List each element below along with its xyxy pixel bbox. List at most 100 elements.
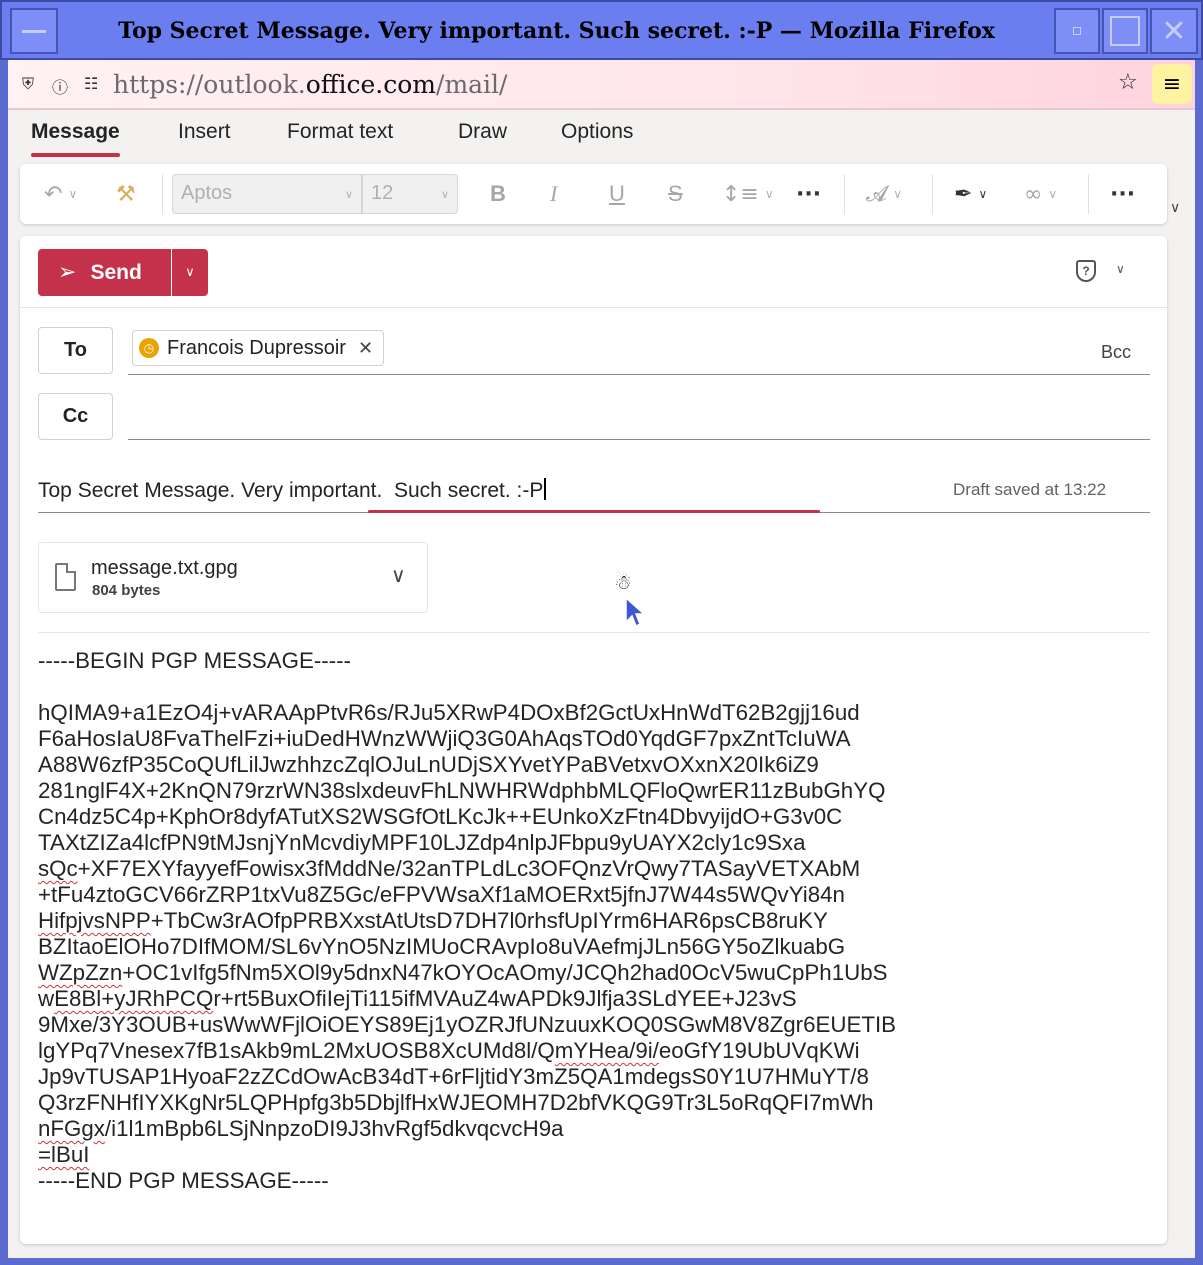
message-line: WZpZzn+OC1vIfg5fNm5XOl9y5dnxN47kOYOcAOmy… [38,960,888,985]
tab-message[interactable]: Message [31,120,120,157]
underline-button[interactable]: U [609,178,625,210]
window-title: Top Secret Message. Very important. Such… [62,8,1051,54]
attach-file-button[interactable]: ✒ ∨ [954,178,987,210]
window-titlebar: Top Secret Message. Very important. Such… [0,0,1203,60]
tab-draw[interactable]: Draw [458,120,507,144]
sensitivity-shield-icon[interactable]: ? [1076,260,1096,282]
chevron-down-icon[interactable]: ∨ [1116,262,1125,276]
chevron-down-icon: ∨ [185,265,195,280]
tab-format-text[interactable]: Format text [287,120,393,144]
close-window-button[interactable]: ✕ [1150,8,1198,54]
body-divider [38,632,1150,633]
url-address[interactable]: https://outlook.office.com/mail/ [113,70,507,99]
bookmark-star-icon[interactable]: ☆ [1118,70,1138,95]
font-size-select[interactable]: 12 ∨ [362,174,458,214]
to-button[interactable]: To [38,327,113,374]
document-icon [55,563,76,591]
line-spacing-icon: ↕≡ [722,181,759,207]
undo-button[interactable]: ↶ ∨ [44,178,77,210]
outlook-app: Message Insert Format text Draw Options … [8,110,1195,1258]
message-line: Q3rzFNHfIYXKgNr5LQPHpfg3b5DbjlfHxWJEOMH7… [38,1090,874,1115]
chevron-down-icon: ∨ [978,187,988,201]
send-row: ➢ Send ∨ ? ∨ [20,236,1167,308]
mouse-pointer-icon [625,596,646,628]
strikethrough-button[interactable]: S [668,178,683,210]
line-spacing-button[interactable]: ↕≡ ∨ [722,178,774,210]
paperclip-icon: ✒ [954,181,973,207]
window-menu-button[interactable] [10,8,58,54]
chevron-down-icon: ∨ [344,188,353,201]
attachment-card[interactable]: message.txt.gpg 804 bytes ∨ [38,542,428,613]
link-icon: ∞ [1024,181,1043,207]
tab-options[interactable]: Options [561,120,633,144]
message-line: HifpjvsNPP+TbCw3rAOfpPRBXxstAtUtsD7DH7l0… [38,908,828,933]
info-icon[interactable]: ⓘ [52,74,68,98]
attachment-name: message.txt.gpg [91,557,238,579]
url-bar: ⛨ ⓘ ☷ https://outlook.office.com/mail/ ☆… [8,60,1195,110]
expand-ribbon-icon[interactable]: ∨ [1170,200,1180,216]
toolbar-divider [1088,174,1089,214]
insert-link-button[interactable]: ∞ ∨ [1024,178,1057,210]
message-line: sQc+XF7EXYfayyefFowisx3fMddNe/32anTPLdLc… [38,856,861,881]
to-field[interactable] [128,374,1150,375]
maximize-button[interactable] [1102,8,1148,54]
message-line: wE8Bl+yJRhPCQr+rt5BuxOfiIejTi115ifMVAuZ4… [38,986,797,1011]
hamburger-menu-icon[interactable]: ≡ [1152,64,1192,104]
message-line: 9Mxe/3Y3OUB+usWwWFjlOiOEYS89Ej1yOZRJfUNz… [38,1012,897,1037]
styles-button[interactable]: 𝓐 ∨ [866,178,902,210]
message-line [38,674,1148,700]
recipient-name: Francois Dupressoir [167,336,346,359]
message-line: nFGgx/i1l1mBpb6LSjNnpzoDI9J3hvRgf5dkvqcv… [38,1116,564,1141]
send-icon: ➢ [58,260,77,285]
shield-icon[interactable]: ⛨ [22,74,34,94]
message-line: =lBuI [38,1142,90,1167]
italic-button[interactable]: I [550,178,557,210]
ribbon-tabs: Message Insert Format text Draw Options [8,110,1195,160]
message-line: lgYPq7Vnesex7fB1sAkb9mL2MxUOSB8XcUMd8l/Q… [38,1038,860,1063]
draft-status: Draft saved at 13:22 [953,480,1107,499]
recipient-chip[interactable]: ◷ Francois Dupressoir ✕ [132,330,385,366]
message-body[interactable]: -----BEGIN PGP MESSAGE----- hQIMA9+a1EzO4… [38,648,1148,1194]
tab-insert[interactable]: Insert [178,120,231,144]
close-icon: ✕ [1161,13,1187,49]
cc-button[interactable]: Cc [38,393,113,440]
permissions-icon[interactable]: ☷ [84,74,98,93]
minimize-button[interactable] [1054,8,1100,54]
more-formatting-button[interactable]: ··· [796,178,821,210]
format-painter-icon: ⚒ [116,181,136,207]
message-line: BZItaoElOHo7DIfMOM/SL6vYnO5NzIMUoCRAvpIo… [38,934,846,959]
bold-button[interactable]: B [490,178,506,210]
chevron-down-icon: ∨ [893,187,903,201]
cc-field[interactable] [128,439,1150,440]
message-line: TAXtZIZa4lcfPN9tMJsnjYnMcvdiyMPF10LJZdp4… [38,830,806,855]
bcc-button[interactable]: Bcc [1101,342,1131,363]
toolbar-divider [844,174,845,214]
message-line: 281nglF4X+2KnQN79rzrWN38slxdeuvFhLNWHRWd… [38,778,886,803]
message-line: Cn4dz5C4p+KphOr8dyfATutXS2WSGfOtLKcJk++E… [38,804,843,829]
send-button[interactable]: ➢ Send [38,249,171,296]
format-painter-button[interactable]: ⚒ [116,178,136,210]
send-options-button[interactable]: ∨ [172,249,208,296]
remove-recipient-icon[interactable]: ✕ [358,338,373,359]
subject-focus-indicator [368,510,820,513]
message-line: Jp9vTUSAP1HyoaF2zZCdOwAcB34dT+6rFljtidY3… [38,1064,869,1089]
chevron-down-icon: ∨ [1048,187,1058,201]
message-line: -----BEGIN PGP MESSAGE----- [38,648,351,673]
toolbar-divider [162,174,163,214]
font-name-select[interactable]: Aptos ∨ [172,174,362,214]
busy-cursor-icon: ☃ [614,570,632,594]
chevron-down-icon: ∨ [764,187,774,201]
compose-pane: ➢ Send ∨ ? ∨ To ◷ Francois Dupressoir ✕ B… [20,236,1167,1244]
attachment-menu-chevron-icon[interactable]: ∨ [391,563,406,587]
subject-field[interactable]: Top Secret Message. Very important. Such… [38,478,547,503]
more-options-button[interactable]: ··· [1110,178,1135,210]
message-line: +tFu4ztoGCV66rZRP1txVu8Z5Gc/eFPVWsaXf1aM… [38,882,845,907]
undo-icon: ↶ [44,181,63,207]
attachment-size: 804 bytes [92,582,161,599]
toolbar-divider [932,174,933,214]
message-line: hQIMA9+a1EzO4j+vARAApPtvR6s/RJu5XRwP4DOx… [38,700,860,725]
chevron-down-icon: ∨ [440,188,449,201]
ribbon-toolbar: ↶ ∨ ⚒ Aptos ∨ 12 ∨ B I U S ↕≡ ∨ ··· 𝓐 ∨ ✒ ∨ ∞ ∨… [20,164,1167,224]
chevron-down-icon: ∨ [68,187,78,201]
text-caret [544,478,547,500]
